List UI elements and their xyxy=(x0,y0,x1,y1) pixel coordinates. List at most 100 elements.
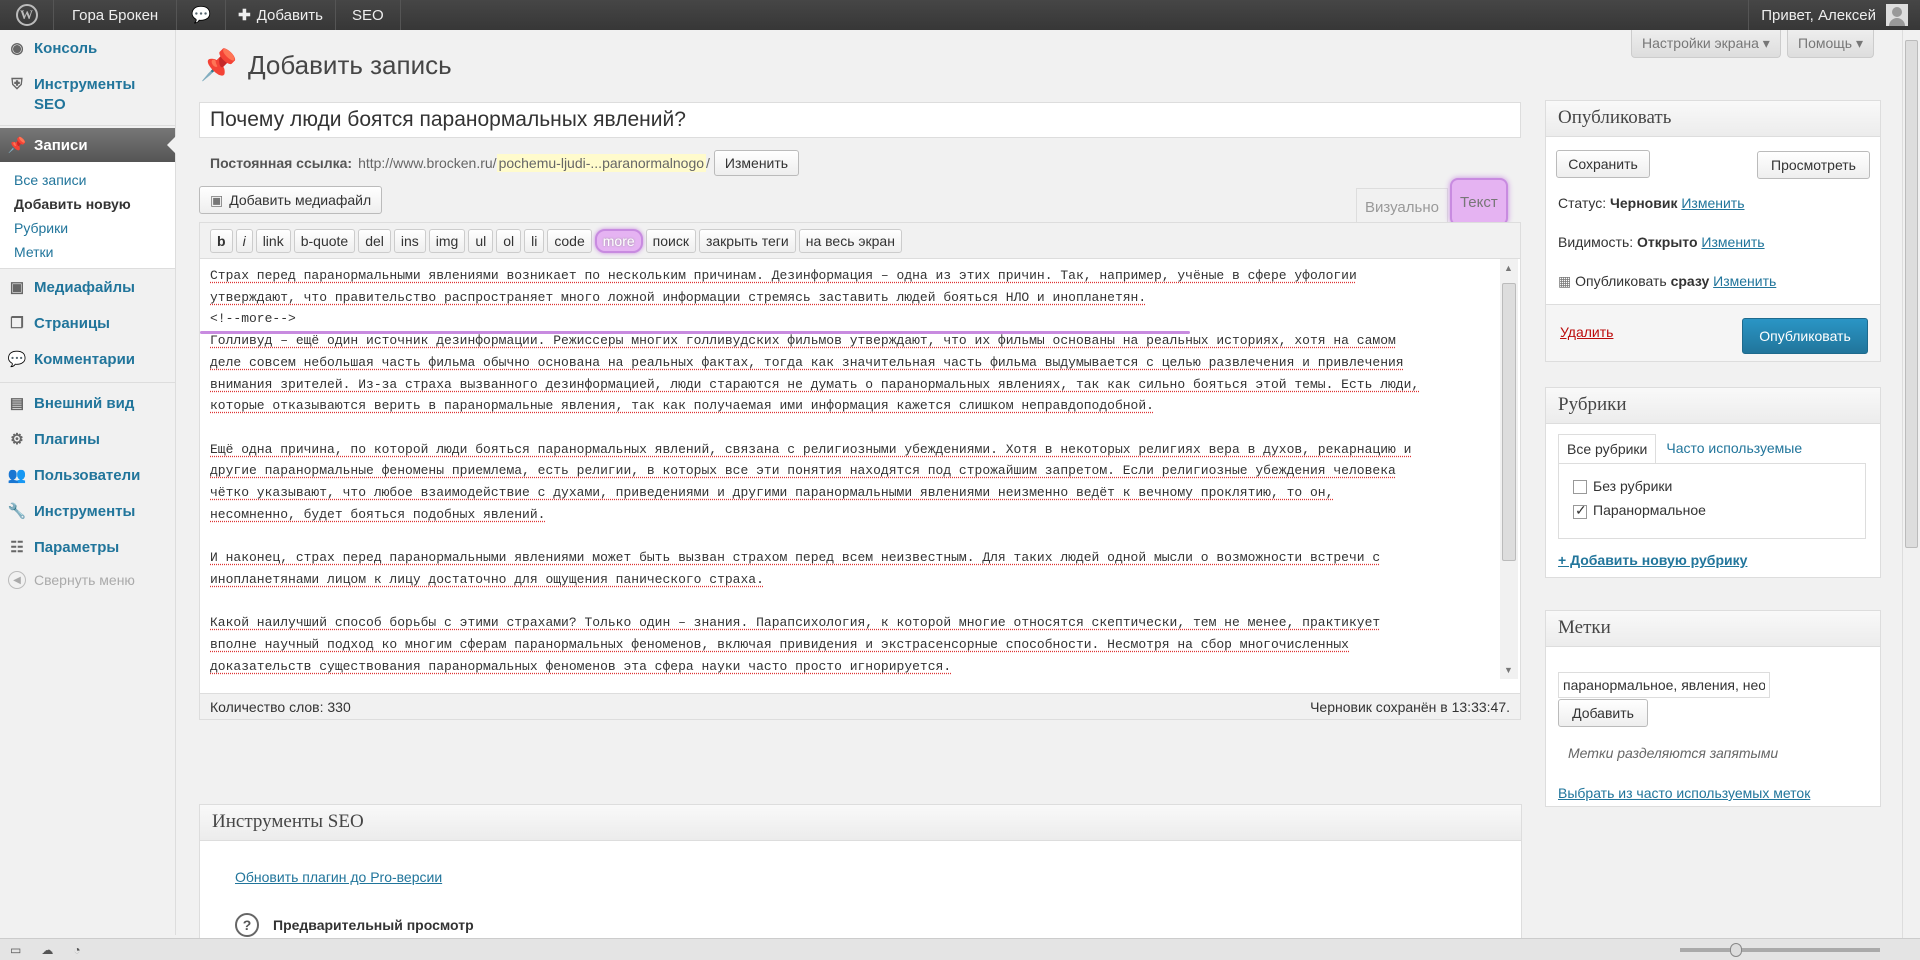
posts-submenu: Все записи Добавить новую Рубрики Метки xyxy=(0,162,175,269)
text-line: деле совсем небольшая часть фильма обычн… xyxy=(210,354,1404,370)
more-tag-line: <!--more--> xyxy=(210,311,296,327)
tab-all-categories[interactable]: Все рубрики xyxy=(1558,434,1657,464)
plus-icon: ✚ xyxy=(238,7,251,24)
comments-icon[interactable]: 💬 xyxy=(177,0,227,30)
page-title: Добавить запись xyxy=(248,50,452,80)
seo-tools-box: Инструменты SEO Обновить плагин до Pro-в… xyxy=(199,804,1522,944)
menu-item-seo-tools[interactable]: ⛨ Инструменты SEO xyxy=(0,66,175,120)
delete-link[interactable]: Удалить xyxy=(1560,324,1613,340)
qt-del-button[interactable]: del xyxy=(358,228,391,253)
upgrade-plugin-link[interactable]: Обновить плагин до Pro-версии xyxy=(235,869,442,885)
editor-tabs: Визуально Текст xyxy=(1356,178,1508,226)
menu-item-tools[interactable]: 🔧 Инструменты xyxy=(0,493,175,529)
categories-box-title: Рубрики xyxy=(1546,388,1880,424)
pages-icon: ❐ xyxy=(10,315,24,332)
zoom-slider-thumb[interactable] xyxy=(1730,942,1742,957)
menu-item-settings[interactable]: ☷ Параметры xyxy=(0,529,175,565)
qt-italic-button[interactable]: i xyxy=(235,228,253,253)
browser-status-bar: ▭ ☁ ◔ xyxy=(0,938,1920,960)
category-checkbox[interactable] xyxy=(1573,502,1587,519)
category-item[interactable]: Без рубрики xyxy=(1573,478,1865,495)
qt-ol-button[interactable]: ol xyxy=(496,228,522,253)
edit-date-link[interactable]: Изменить xyxy=(1713,273,1776,289)
tab-visual[interactable]: Визуально xyxy=(1356,188,1448,226)
tab-text[interactable]: Текст xyxy=(1449,178,1508,226)
category-item[interactable]: Паранормальное xyxy=(1573,502,1865,519)
submenu-add-new[interactable]: Добавить новую xyxy=(0,192,175,216)
page-scrollbar-thumb[interactable] xyxy=(1905,40,1918,548)
qt-search-button[interactable]: поиск xyxy=(645,228,696,253)
add-tag-button[interactable]: Добавить xyxy=(1558,699,1648,727)
menu-item-comments[interactable]: 💬 Комментарии xyxy=(0,341,175,377)
seo-menu[interactable]: SEO xyxy=(336,0,401,30)
publish-date-row: ▦ Опубликовать сразу Изменить xyxy=(1558,273,1777,289)
help-question-icon[interactable]: ? xyxy=(235,913,259,937)
qt-li-button[interactable]: li xyxy=(524,228,545,253)
menu-item-appearance[interactable]: ▤ Внешний вид xyxy=(0,385,175,421)
panel-icon[interactable]: ▭ xyxy=(10,943,21,957)
menu-item-pages[interactable]: ❐ Страницы xyxy=(0,305,175,341)
edit-permalink-button[interactable]: Изменить xyxy=(713,150,800,176)
submenu-all-posts[interactable]: Все записи xyxy=(0,168,175,192)
speed-icon[interactable]: ◔ xyxy=(73,943,80,957)
permalink-row: Постоянная ссылка: http://www.brocken.ru… xyxy=(210,150,800,176)
status-row: Статус: Черновик Изменить xyxy=(1558,195,1745,211)
qt-bold-button[interactable]: b xyxy=(210,228,233,253)
wordpress-logo-icon[interactable]: W xyxy=(0,0,54,30)
edit-status-link[interactable]: Изменить xyxy=(1681,195,1744,211)
qt-link-button[interactable]: link xyxy=(255,228,291,253)
page-scrollbar[interactable] xyxy=(1902,30,1920,938)
category-checkbox[interactable] xyxy=(1573,480,1587,495)
new-content-menu[interactable]: ✚ Добавить xyxy=(226,0,336,30)
qt-close-tags-button[interactable]: закрыть теги xyxy=(698,228,796,253)
permalink-label: Постоянная ссылка: xyxy=(210,155,353,171)
publish-button[interactable]: Опубликовать xyxy=(1742,318,1868,354)
post-title-input[interactable] xyxy=(199,102,1521,138)
permalink-slug[interactable]: pochemu-ljudi-...paranormalnogo xyxy=(496,154,707,172)
edit-visibility-link[interactable]: Изменить xyxy=(1701,234,1764,250)
category-list: Без рубрики Паранормальное xyxy=(1558,463,1866,539)
collapse-menu-button[interactable]: ◀ Свернуть меню xyxy=(0,565,175,595)
choose-popular-tags-link[interactable]: Выбрать из часто используемых меток xyxy=(1558,785,1810,801)
add-media-button[interactable]: ▣ Добавить медиафайл xyxy=(199,186,383,214)
collapse-arrow-icon: ◀ xyxy=(8,571,26,589)
scroll-down-arrow-icon[interactable]: ▼ xyxy=(1504,665,1513,675)
cloud-icon[interactable]: ☁ xyxy=(41,943,53,957)
qt-more-button[interactable]: more xyxy=(594,228,643,253)
tags-input[interactable] xyxy=(1558,672,1770,698)
qt-img-button[interactable]: img xyxy=(428,228,466,253)
text-line: несомненно, будет бояться подобных явлен… xyxy=(210,506,546,522)
menu-item-plugins[interactable]: ⚙ Плагины xyxy=(0,421,175,457)
appearance-icon: ▤ xyxy=(9,395,25,412)
zoom-slider[interactable] xyxy=(1680,942,1880,957)
submenu-categories[interactable]: Рубрики xyxy=(0,216,175,240)
screen-options-button[interactable]: Настройки экрана ▾ xyxy=(1631,30,1781,58)
users-icon: 👥 xyxy=(7,467,27,484)
menu-item-dashboard[interactable]: ◉ Консоль xyxy=(0,30,175,66)
text-line: другие паранормальные феномены приемлема… xyxy=(210,463,1396,479)
save-draft-button[interactable]: Сохранить xyxy=(1556,150,1650,178)
qt-ins-button[interactable]: ins xyxy=(393,228,426,253)
menu-item-posts[interactable]: 📌 Записи xyxy=(0,128,176,162)
qt-ul-button[interactable]: ul xyxy=(468,228,494,253)
menu-item-media[interactable]: ▣ Медиафайлы xyxy=(0,269,175,305)
scrollbar-thumb[interactable] xyxy=(1502,283,1516,561)
publish-box-title: Опубликовать xyxy=(1546,101,1880,137)
content-textarea[interactable]: Страх перед паранормальными явлениями во… xyxy=(200,259,1498,679)
qt-blockquote-button[interactable]: b-quote xyxy=(293,228,356,253)
tags-box: Метки Добавить Метки разделяются запятым… xyxy=(1545,610,1881,807)
pushpin-icon: 📌 xyxy=(200,49,238,82)
preview-button[interactable]: Просмотреть xyxy=(1757,151,1870,179)
menu-item-users[interactable]: 👥 Пользователи xyxy=(0,457,175,493)
scroll-up-arrow-icon[interactable]: ▲ xyxy=(1504,263,1513,273)
tab-popular-categories[interactable]: Часто используемые xyxy=(1656,434,1812,464)
site-name-link[interactable]: Гора Брокен xyxy=(54,0,178,30)
editor-scrollbar[interactable]: ▲ ▼ xyxy=(1500,259,1518,679)
qt-code-button[interactable]: code xyxy=(547,228,592,253)
text-line: И наконец, страх перед паранормальными я… xyxy=(210,550,1381,566)
submenu-tags[interactable]: Метки xyxy=(0,240,175,264)
help-button[interactable]: Помощь ▾ xyxy=(1787,30,1874,58)
user-menu[interactable]: Привет, Алексей xyxy=(1748,0,1920,30)
qt-fullscreen-button[interactable]: на весь экран xyxy=(798,228,902,253)
add-new-category-link[interactable]: + Добавить новую рубрику xyxy=(1558,552,1747,568)
